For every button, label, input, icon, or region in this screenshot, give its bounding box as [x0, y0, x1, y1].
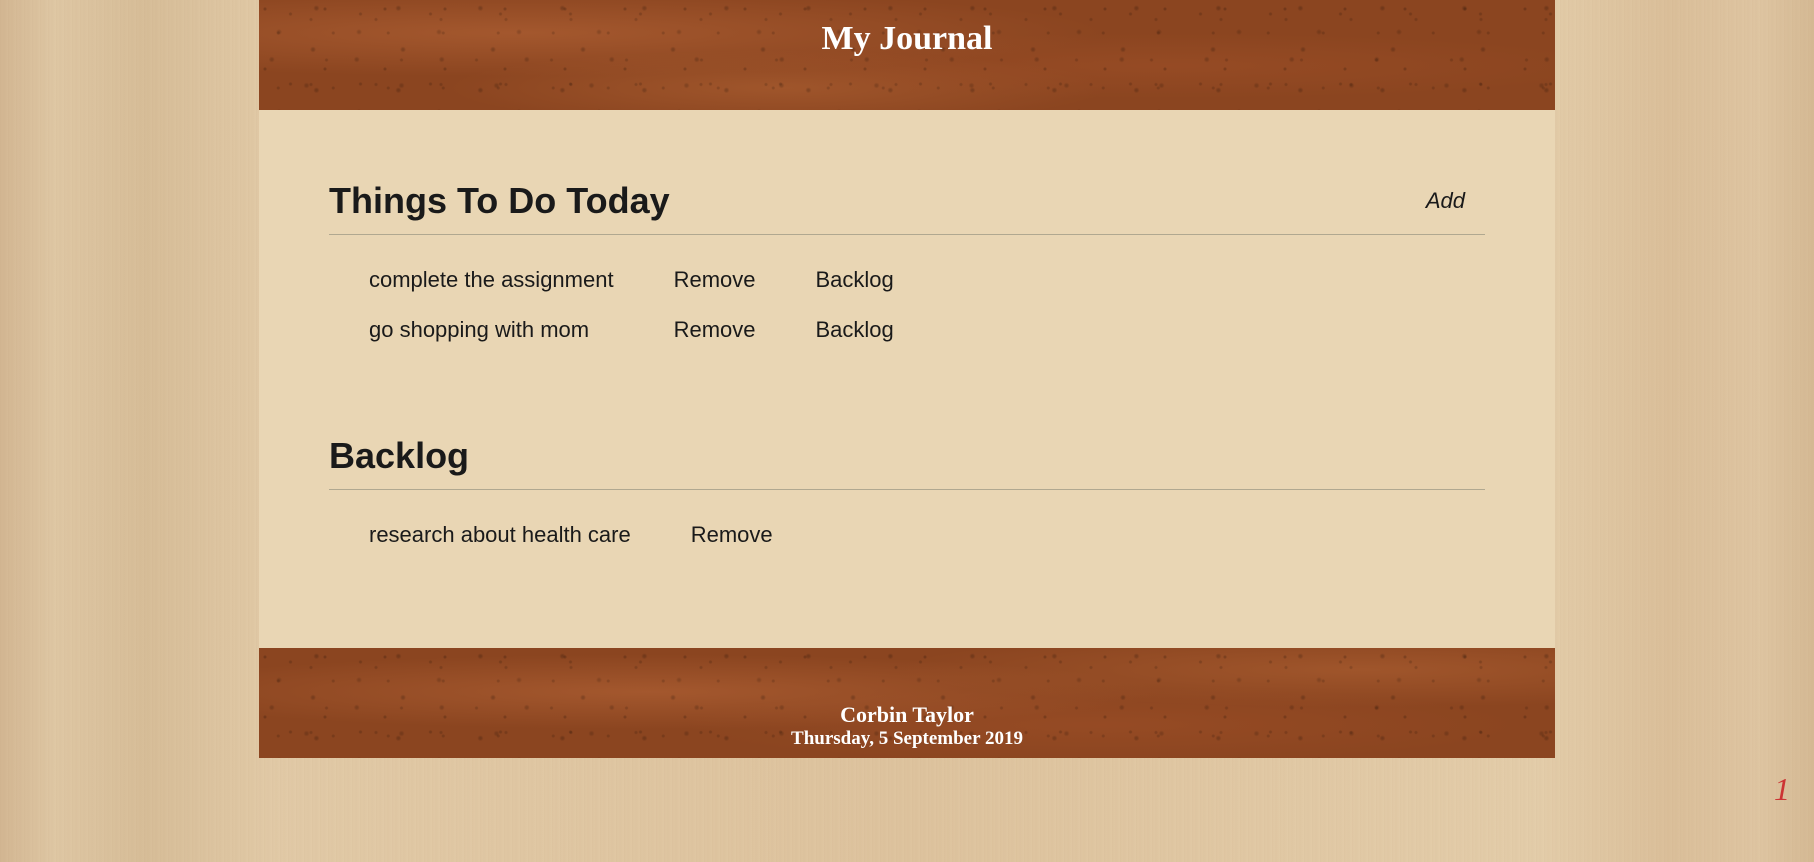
backlog-section: Backlog research about health care Remov…	[329, 435, 1485, 560]
todo-list: complete the assignment Remove Backlog g…	[369, 255, 954, 355]
journal-container: My Journal Things To Do Today Add comple…	[259, 0, 1555, 758]
footer: Corbin Taylor Thursday, 5 September 2019	[259, 648, 1555, 758]
list-item: complete the assignment Remove Backlog	[369, 255, 954, 305]
header: My Journal	[259, 0, 1555, 110]
todo-section: Things To Do Today Add complete the assi…	[329, 180, 1485, 355]
list-item: go shopping with mom Remove Backlog	[369, 305, 954, 355]
task-text: complete the assignment	[369, 255, 674, 305]
backlog-button[interactable]: Backlog	[816, 255, 954, 305]
task-text: go shopping with mom	[369, 305, 674, 355]
add-button[interactable]: Add	[1426, 188, 1485, 214]
todo-section-header: Things To Do Today Add	[329, 180, 1485, 235]
footer-date: Thursday, 5 September 2019	[791, 728, 1023, 750]
todo-title: Things To Do Today	[329, 180, 670, 222]
backlog-section-header: Backlog	[329, 435, 1485, 490]
remove-button[interactable]: Remove	[691, 510, 833, 560]
list-item: research about health care Remove	[369, 510, 833, 560]
backlog-button[interactable]: Backlog	[816, 305, 954, 355]
page-title: My Journal	[822, 20, 993, 58]
content-area: Things To Do Today Add complete the assi…	[259, 110, 1555, 648]
backlog-list: research about health care Remove	[369, 510, 833, 560]
footer-name: Corbin Taylor	[840, 702, 974, 728]
remove-button[interactable]: Remove	[674, 305, 816, 355]
page-number: 1	[1774, 771, 1790, 808]
backlog-title: Backlog	[329, 435, 469, 477]
task-text: research about health care	[369, 510, 691, 560]
remove-button[interactable]: Remove	[674, 255, 816, 305]
